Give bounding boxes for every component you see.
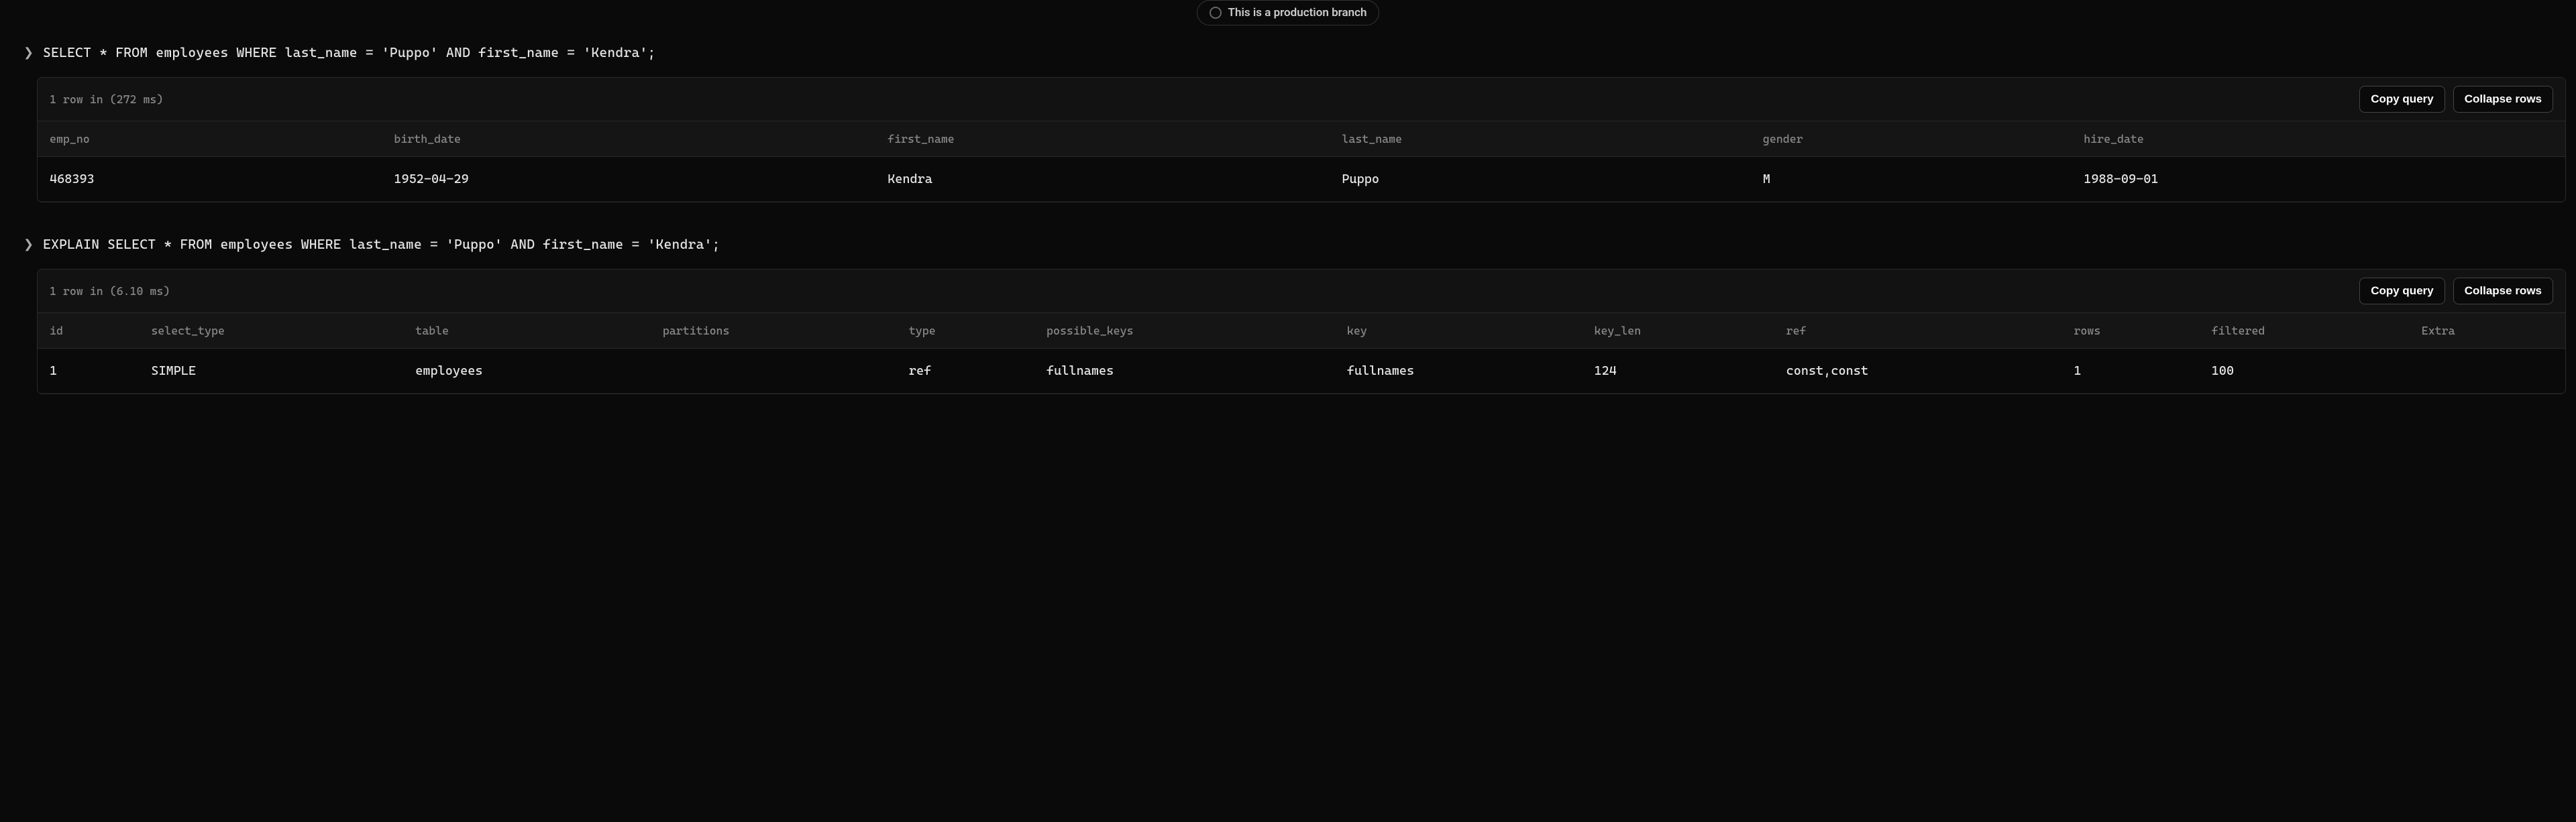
- column-header: filtered: [2200, 313, 2410, 349]
- column-header: hire_date: [2072, 121, 2565, 157]
- column-header: id: [38, 313, 139, 349]
- query-prompt-line: ❯ SELECT * FROM employees WHERE last_nam…: [10, 44, 2566, 61]
- table-header-row: emp_no birth_date first_name last_name g…: [38, 121, 2565, 157]
- column-header: key_len: [1582, 313, 1774, 349]
- table-cell: Puppo: [1330, 157, 1751, 202]
- radio-empty-icon: [1210, 7, 1222, 19]
- row-summary: 1 row in (272 ms): [50, 93, 163, 106]
- column-header: ref: [1774, 313, 2062, 349]
- column-header: birth_date: [382, 121, 875, 157]
- table-cell: employees: [403, 349, 651, 394]
- row-summary: 1 row in (6.10 ms): [50, 284, 170, 298]
- column-header: gender: [1751, 121, 2072, 157]
- query-text: EXPLAIN SELECT * FROM employees WHERE la…: [43, 236, 720, 252]
- table-cell: 100: [2200, 349, 2410, 394]
- result-header: 1 row in (272 ms) Copy query Collapse ro…: [38, 78, 2565, 121]
- query-text: SELECT * FROM employees WHERE last_name …: [43, 44, 655, 60]
- table-cell: SIMPLE: [139, 349, 403, 394]
- table-cell: M: [1751, 157, 2072, 202]
- production-branch-label: This is a production branch: [1228, 6, 1367, 19]
- column-header: last_name: [1330, 121, 1751, 157]
- table-cell: 1: [2061, 349, 2199, 394]
- chevron-right-icon[interactable]: ❯: [23, 236, 34, 253]
- column-header: Extra: [2410, 313, 2565, 349]
- table-cell: 1952-04-29: [382, 157, 875, 202]
- column-header: possible_keys: [1034, 313, 1335, 349]
- column-header: first_name: [875, 121, 1330, 157]
- result-panel: 1 row in (272 ms) Copy query Collapse ro…: [37, 77, 2566, 202]
- column-header: emp_no: [38, 121, 382, 157]
- table-header-row: id select_type table partitions type pos…: [38, 313, 2565, 349]
- copy-query-button[interactable]: Copy query: [2359, 278, 2445, 304]
- column-header: key: [1335, 313, 1582, 349]
- table-cell: 124: [1582, 349, 1774, 394]
- table-cell: ref: [897, 349, 1034, 394]
- table-cell: [651, 349, 897, 394]
- column-header: table: [403, 313, 651, 349]
- column-header: type: [897, 313, 1034, 349]
- query-block: ❯ EXPLAIN SELECT * FROM employees WHERE …: [10, 236, 2566, 394]
- result-table: emp_no birth_date first_name last_name g…: [38, 121, 2565, 202]
- column-header: rows: [2061, 313, 2199, 349]
- table-cell: [2410, 349, 2565, 394]
- table-row: 468393 1952-04-29 Kendra Puppo M 1988-09…: [38, 157, 2565, 202]
- table-cell: fullnames: [1335, 349, 1582, 394]
- table-cell: 1988-09-01: [2072, 157, 2565, 202]
- production-branch-badge[interactable]: This is a production branch: [1197, 0, 1380, 25]
- result-header: 1 row in (6.10 ms) Copy query Collapse r…: [38, 270, 2565, 313]
- collapse-rows-button[interactable]: Collapse rows: [2453, 278, 2553, 304]
- collapse-rows-button[interactable]: Collapse rows: [2453, 86, 2553, 113]
- query-prompt-line: ❯ EXPLAIN SELECT * FROM employees WHERE …: [10, 236, 2566, 253]
- table-row: 1 SIMPLE employees ref fullnames fullnam…: [38, 349, 2565, 394]
- query-block: ❯ SELECT * FROM employees WHERE last_nam…: [10, 44, 2566, 202]
- chevron-right-icon[interactable]: ❯: [23, 44, 34, 61]
- table-cell: fullnames: [1034, 349, 1335, 394]
- table-cell: 1: [38, 349, 139, 394]
- result-panel: 1 row in (6.10 ms) Copy query Collapse r…: [37, 269, 2566, 394]
- table-cell: Kendra: [875, 157, 1330, 202]
- table-cell: const,const: [1774, 349, 2062, 394]
- result-table: id select_type table partitions type pos…: [38, 313, 2565, 394]
- copy-query-button[interactable]: Copy query: [2359, 86, 2445, 113]
- table-cell: 468393: [38, 157, 382, 202]
- column-header: select_type: [139, 313, 403, 349]
- column-header: partitions: [651, 313, 897, 349]
